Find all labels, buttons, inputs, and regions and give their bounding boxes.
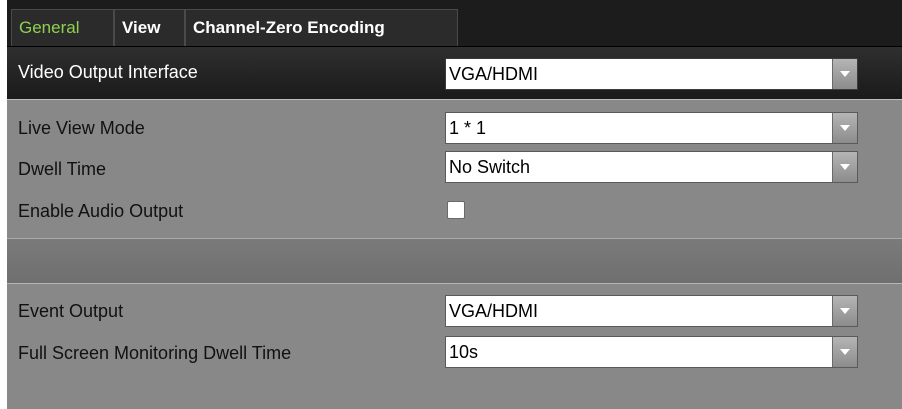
dropdown-button[interactable] [832, 59, 857, 89]
video-output-label: Video Output Interface [18, 62, 198, 82]
dropdown-button[interactable] [832, 113, 857, 143]
full-screen-dwell-value: 10s [449, 342, 479, 362]
video-output-value: VGA/HDMI [449, 64, 539, 84]
dwell-time-label: Dwell Time [18, 159, 107, 179]
video-output-row: Video Output Interface VGA/HDMI [7, 47, 902, 99]
enable-audio-output-label: Enable Audio Output [18, 201, 184, 221]
dropdown-button[interactable] [832, 152, 857, 182]
chevron-down-icon [840, 125, 850, 131]
dropdown-button[interactable] [832, 296, 857, 326]
full-screen-dwell-select[interactable]: 10s [445, 336, 858, 368]
settings-panel: General View Channel-Zero Encoding Video… [7, 0, 902, 409]
dropdown-button[interactable] [832, 337, 857, 367]
section-divider [7, 238, 902, 284]
tab-view[interactable]: View [114, 9, 185, 46]
event-output-label: Event Output [18, 301, 124, 321]
chevron-down-icon [840, 164, 850, 170]
event-output-value: VGA/HDMI [449, 301, 539, 321]
chevron-down-icon [840, 349, 850, 355]
dwell-time-select[interactable]: No Switch [445, 151, 858, 183]
tab-general[interactable]: General [11, 9, 114, 46]
live-view-mode-label: Live View Mode [18, 118, 145, 138]
full-screen-dwell-label: Full Screen Monitoring Dwell Time [18, 343, 292, 363]
chevron-down-icon [840, 308, 850, 314]
chevron-down-icon [840, 71, 850, 77]
live-view-mode-value: 1 * 1 [449, 118, 487, 138]
enable-audio-output-checkbox[interactable] [447, 201, 465, 219]
video-output-select[interactable]: VGA/HDMI [445, 58, 858, 90]
event-settings-section: Event Output VGA/HDMI Full Screen Monito… [7, 283, 902, 409]
window: General View Channel-Zero Encoding Video… [0, 0, 902, 409]
dwell-time-value: No Switch [449, 157, 531, 177]
tab-channel-zero-encoding[interactable]: Channel-Zero Encoding [185, 9, 458, 46]
event-output-select[interactable]: VGA/HDMI [445, 295, 858, 327]
live-view-mode-select[interactable]: 1 * 1 [445, 112, 858, 144]
tab-bar: General View Channel-Zero Encoding [7, 0, 902, 47]
